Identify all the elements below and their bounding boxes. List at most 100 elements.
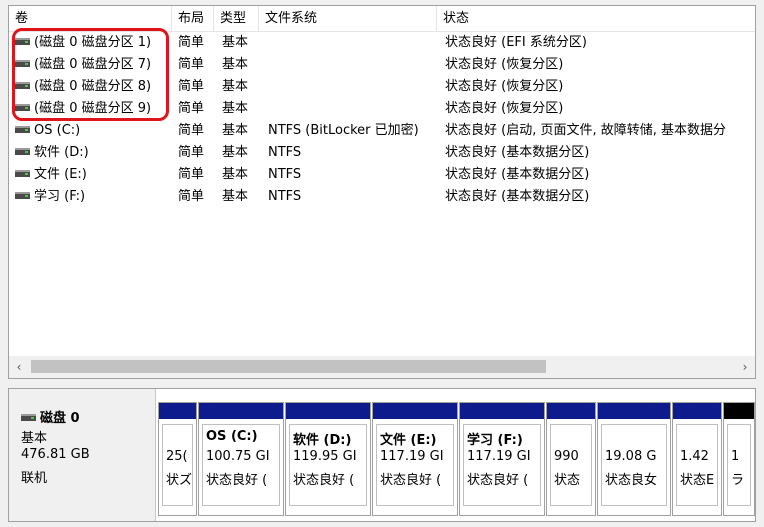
drive-icon xyxy=(15,104,30,111)
partition-size: 117.19 GI xyxy=(467,449,531,464)
partition-status: 状态 xyxy=(554,473,581,488)
volume-type: 基本 xyxy=(222,101,249,116)
volume-layout: 简单 xyxy=(178,79,205,94)
volume-name: 软件 (D:) xyxy=(34,145,89,160)
partition-bar xyxy=(598,403,670,419)
disk-size: 476.81 GB xyxy=(21,447,90,462)
volume-type: 基本 xyxy=(222,189,249,204)
drive-icon xyxy=(15,192,30,199)
partition-status: ラ xyxy=(731,473,745,488)
volume-name: (磁盘 0 磁盘分区 1) xyxy=(34,35,152,50)
partition-block[interactable]: 990 状态 xyxy=(546,402,596,516)
volume-type: 基本 xyxy=(222,35,249,50)
volume-row[interactable]: OS (C:) 简单 基本 NTFS (BitLocker 已加密) 状态良好 … xyxy=(9,120,755,142)
partition-size: 117.19 GI xyxy=(380,449,444,464)
volume-type: 基本 xyxy=(222,145,249,160)
disk-map: 磁盘 0 基本 476.81 GB 联机 25( 状ズ OS (C:) 100.… xyxy=(8,388,756,522)
partition-block[interactable]: 19.08 G 状态良女 xyxy=(597,402,671,516)
scrollbar-thumb[interactable] xyxy=(31,360,546,373)
partition-status: 状态良好 ( xyxy=(380,473,442,488)
volume-status: 状态良好 (恢复分区) xyxy=(445,79,564,94)
partition-block[interactable]: OS (C:) 100.75 GI 状态良好 ( xyxy=(198,402,284,516)
volume-name: (磁盘 0 磁盘分区 8) xyxy=(34,79,152,94)
volume-layout: 简单 xyxy=(178,145,205,160)
partition-bar xyxy=(460,403,544,419)
volume-row[interactable]: 文件 (E:) 简单 基本 NTFS 状态良好 (基本数据分区) xyxy=(9,164,755,186)
partition-block[interactable]: 1.42 状态E xyxy=(672,402,722,516)
scroll-left-icon[interactable]: ‹ xyxy=(9,356,29,378)
volume-list: 卷 布局 类型 文件系统 状态 (磁盘 0 磁盘分区 1) 简单 基本 状态良好… xyxy=(8,5,756,379)
partition-bar xyxy=(199,403,283,419)
partition-status: 状态良女 xyxy=(605,473,658,488)
volume-name: OS (C:) xyxy=(34,123,81,138)
volume-layout: 简单 xyxy=(178,123,205,138)
volume-fs: NTFS xyxy=(268,189,302,204)
volume-status: 状态良好 (基本数据分区) xyxy=(445,145,590,160)
volume-layout: 简单 xyxy=(178,35,205,50)
volume-fs: NTFS xyxy=(268,167,302,182)
partition-status: 状态E xyxy=(680,473,715,488)
partition-size: 119.95 GI xyxy=(293,449,357,464)
partition-block[interactable]: 25( 状ズ xyxy=(158,402,197,516)
volume-status: 状态良好 (启动, 页面文件, 故障转储, 基本数据分 xyxy=(445,123,726,138)
disk-kind: 基本 xyxy=(21,431,48,446)
drive-icon xyxy=(15,126,30,133)
horizontal-scrollbar[interactable]: ‹ › xyxy=(9,356,755,378)
partition-block[interactable]: 学习 (F:) 117.19 GI 状态良好 ( xyxy=(459,402,545,516)
disk-state: 联机 xyxy=(21,471,48,486)
partition-size: 1 xyxy=(731,449,740,464)
partition-status: 状态良好 ( xyxy=(467,473,529,488)
volume-row[interactable]: (磁盘 0 磁盘分区 8) 简单 基本 状态良好 (恢复分区) xyxy=(9,76,755,98)
partition-block[interactable]: 文件 (E:) 117.19 GI 状态良好 ( xyxy=(372,402,458,516)
partition-bar xyxy=(724,403,754,419)
volume-row[interactable]: 学习 (F:) 简单 基本 NTFS 状态良好 (基本数据分区) xyxy=(9,186,755,208)
volume-layout: 简单 xyxy=(178,189,205,204)
volume-name: 文件 (E:) xyxy=(34,167,87,182)
volume-type: 基本 xyxy=(222,57,249,72)
volume-row[interactable]: (磁盘 0 磁盘分区 1) 简单 基本 状态良好 (EFI 系统分区) xyxy=(9,32,755,54)
drive-icon xyxy=(15,38,30,45)
volume-fs: NTFS xyxy=(268,145,302,160)
volume-fs: NTFS (BitLocker 已加密) xyxy=(268,123,419,138)
volume-type: 基本 xyxy=(222,123,249,138)
volume-type: 基本 xyxy=(222,79,249,94)
column-header: 卷 布局 类型 文件系统 状态 xyxy=(9,6,755,32)
partition-bar xyxy=(159,403,196,419)
partition-block[interactable]: 软件 (D:) 119.95 GI 状态良好 ( xyxy=(285,402,371,516)
drive-icon xyxy=(15,60,30,67)
col-filesystem[interactable]: 文件系统 xyxy=(259,6,437,31)
drive-icon xyxy=(15,148,30,155)
partition-name: OS (C:) xyxy=(206,429,258,444)
volume-type: 基本 xyxy=(222,167,249,182)
partition-status: 状态良好 ( xyxy=(206,473,268,488)
scroll-right-icon[interactable]: › xyxy=(735,356,755,378)
drive-icon xyxy=(15,82,30,89)
col-volume[interactable]: 卷 xyxy=(9,6,172,31)
volume-row[interactable]: 软件 (D:) 简单 基本 NTFS 状态良好 (基本数据分区) xyxy=(9,142,755,164)
disk-icon xyxy=(21,414,36,421)
drive-icon xyxy=(15,170,30,177)
volume-layout: 简单 xyxy=(178,167,205,182)
col-type[interactable]: 类型 xyxy=(214,6,259,31)
volume-name: 学习 (F:) xyxy=(34,189,86,204)
volume-status: 状态良好 (EFI 系统分区) xyxy=(445,35,587,50)
disk-info[interactable]: 磁盘 0 基本 476.81 GB 联机 xyxy=(9,389,156,521)
volume-row[interactable]: (磁盘 0 磁盘分区 7) 简单 基本 状态良好 (恢复分区) xyxy=(9,54,755,76)
partition-block[interactable]: 1 ラ xyxy=(723,402,755,516)
volume-status: 状态良好 (恢复分区) xyxy=(445,101,564,116)
partition-size: 19.08 G xyxy=(605,449,657,464)
partition-status: 状态良好 ( xyxy=(293,473,355,488)
partition-size: 990 xyxy=(554,449,579,464)
volume-row[interactable]: (磁盘 0 磁盘分区 9) 简单 基本 状态良好 (恢复分区) xyxy=(9,98,755,120)
volume-name: (磁盘 0 磁盘分区 7) xyxy=(34,57,152,72)
partition-size: 100.75 GI xyxy=(206,449,270,464)
partition-size: 1.42 xyxy=(680,449,709,464)
disk-title: 磁盘 0 xyxy=(40,411,80,426)
partition-status: 状ズ xyxy=(166,473,193,488)
volume-name: (磁盘 0 磁盘分区 9) xyxy=(34,101,152,116)
col-layout[interactable]: 布局 xyxy=(172,6,214,31)
partition-name: 文件 (E:) xyxy=(380,433,437,448)
col-status[interactable]: 状态 xyxy=(437,6,755,31)
partition-bar xyxy=(286,403,370,419)
volume-status: 状态良好 (基本数据分区) xyxy=(445,167,590,182)
